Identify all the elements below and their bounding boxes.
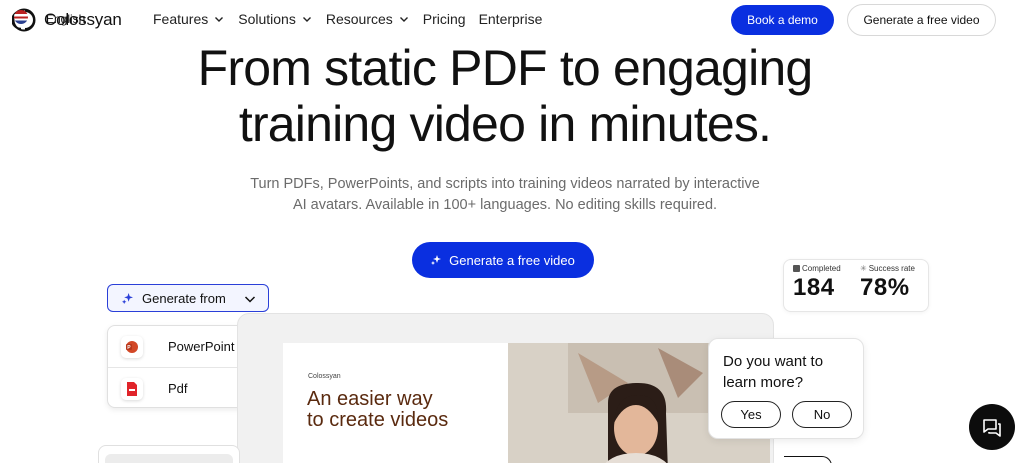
video-icon <box>793 265 800 272</box>
language-card <box>98 445 240 463</box>
interactive-question-card: Do you want to learn more? Yes No <box>708 338 864 439</box>
sparkle-icon <box>431 255 442 265</box>
nav-enterprise[interactable]: Enterprise <box>479 11 543 27</box>
generate-free-video-label: Generate a free video <box>449 252 575 268</box>
chevron-down-icon <box>244 296 256 303</box>
menu-item-powerpoint-label: PowerPoint <box>168 339 235 354</box>
hero-subtitle-line-2: AI avatars. Available in 100+ languages.… <box>292 197 718 213</box>
generate-free-video-nav-button[interactable]: Generate a free video <box>847 4 996 36</box>
stat-completed-label: Completed <box>802 264 841 273</box>
book-demo-button[interactable]: Book a demo <box>731 5 834 35</box>
us-flag-icon <box>14 10 28 24</box>
sparkle-icon <box>122 292 133 304</box>
stats-card: Completed 184 ✳ Success rate 78% <box>783 259 929 312</box>
nav-links: Features Solutions Resources Pricing Ent… <box>153 11 555 27</box>
chevron-down-icon <box>215 17 224 22</box>
chat-widget-button[interactable] <box>969 404 1015 450</box>
stat-success: ✳ Success rate 78% <box>860 264 915 302</box>
language-label: English <box>46 12 86 26</box>
slide-headline: An easier way to create videos <box>307 389 448 431</box>
stat-success-label: Success rate <box>868 264 915 273</box>
nav-features-label: Features <box>153 11 209 27</box>
generate-free-video-button[interactable]: Generate a free video <box>412 242 594 278</box>
nav-resources[interactable]: Resources <box>326 11 409 27</box>
slide-brand: Colossyan <box>308 373 341 380</box>
video-slide: Colossyan An easier way to create videos <box>283 343 509 463</box>
language-selector[interactable] <box>105 454 233 463</box>
hero-title: From static PDF to engaging training vid… <box>0 40 1010 152</box>
nav-features[interactable]: Features <box>153 11 224 27</box>
nav-pricing-label: Pricing <box>422 11 466 27</box>
no-button[interactable]: No <box>792 401 852 428</box>
nav-solutions-label: Solutions <box>238 11 296 27</box>
generate-from-select[interactable]: Generate from <box>107 284 269 312</box>
pdf-icon <box>121 377 143 400</box>
generate-from-label: Generate from <box>142 290 226 306</box>
chat-icon <box>983 419 1001 437</box>
hero-title-line-2: training video in minutes. <box>238 96 772 152</box>
stat-success-value: 78% <box>860 274 910 301</box>
chevron-down-icon <box>399 17 408 22</box>
hero-title-line-1: From static PDF to engaging <box>197 40 814 96</box>
nav-resources-label: Resources <box>325 11 393 27</box>
stat-completed: Completed 184 <box>793 264 841 302</box>
chevron-down-icon <box>302 17 311 22</box>
stat-completed-value: 184 <box>793 274 835 301</box>
hero-subtitle: Turn PDFs, PowerPoints, and scripts into… <box>0 174 1010 216</box>
sun-icon: ✳ <box>860 264 867 273</box>
nav-solutions[interactable]: Solutions <box>238 11 312 27</box>
menu-item-pdf-label: Pdf <box>168 381 188 396</box>
top-navigation: Colossyan Features Solutions Resources P… <box>0 0 1024 40</box>
hero-subtitle-line-1: Turn PDFs, PowerPoints, and scripts into… <box>250 176 760 192</box>
question-text: Do you want to learn more? <box>723 353 824 391</box>
powerpoint-icon: P <box>121 335 143 358</box>
nav-enterprise-label: Enterprise <box>478 11 543 27</box>
slide-headline-line-2: to create videos <box>307 409 449 431</box>
nav-pricing[interactable]: Pricing <box>423 11 466 27</box>
yes-button[interactable]: Yes <box>721 401 781 428</box>
branch-connector-line <box>784 456 832 463</box>
slide-headline-line-1: An easier way <box>307 388 433 410</box>
